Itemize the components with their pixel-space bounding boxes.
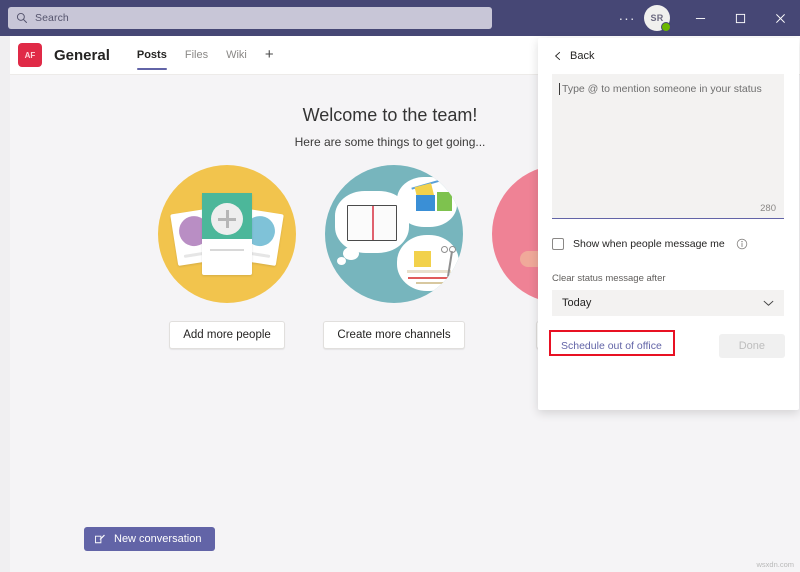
sticky-note-small (414, 251, 431, 267)
pencil-icon-2 (416, 282, 450, 284)
info-icon[interactable] (736, 238, 748, 250)
plus-icon (211, 203, 243, 235)
page-title: General (54, 47, 110, 64)
card-create-channels: Create more channels (325, 165, 463, 349)
chevron-left-icon (554, 51, 562, 61)
thought-bubble-tail-2 (337, 257, 346, 265)
done-button[interactable]: Done (719, 334, 785, 358)
teams-app-window: Search ··· SR AF General Posts Files (0, 0, 800, 572)
status-message-panel: Back Type @ to mention someone in your s… (538, 38, 799, 410)
sticky-note-green (437, 192, 452, 211)
avatar[interactable]: SR (644, 5, 670, 31)
show-when-message-row[interactable]: Show when people message me (552, 238, 748, 250)
scissors-ring-1 (449, 246, 456, 253)
compose-icon (94, 533, 106, 545)
illustration-notebook-sticky-notes (325, 165, 463, 303)
character-counter: 280 (760, 203, 776, 214)
left-rail (0, 36, 10, 572)
scissors-ring-2 (441, 246, 448, 253)
notebook-icon (347, 205, 397, 241)
search-placeholder: Search (35, 12, 69, 24)
back-button[interactable]: Back (538, 38, 799, 72)
illustration-people-photos-plus (158, 165, 296, 303)
pencil-icon (408, 277, 450, 280)
photo-card-center (202, 193, 252, 275)
status-message-input[interactable]: Type @ to mention someone in your status… (552, 74, 784, 219)
show-when-message-checkbox[interactable] (552, 238, 564, 250)
add-tab-button[interactable]: + (256, 36, 283, 74)
tab-posts[interactable]: Posts (128, 36, 176, 74)
watermark: wsxdn.com (756, 560, 794, 569)
presence-badge-available (661, 22, 671, 32)
panel-footer: Schedule out of office Done (538, 326, 799, 366)
schedule-out-of-office-wrapper: Schedule out of office (552, 333, 671, 359)
channel-tabs: Posts Files Wiki + (128, 36, 283, 74)
ruler-icon (407, 270, 451, 273)
show-when-message-label: Show when people message me (573, 238, 725, 250)
minimize-button[interactable] (680, 0, 720, 36)
card-add-people: Add more people (158, 165, 296, 349)
search-icon (16, 12, 28, 24)
more-options-button[interactable]: ··· (614, 0, 640, 36)
tab-wiki[interactable]: Wiki (217, 36, 256, 74)
chevron-down-icon (763, 300, 774, 307)
clear-status-dropdown[interactable]: Today (552, 290, 784, 316)
close-button[interactable] (760, 0, 800, 36)
clear-status-label: Clear status message after (552, 273, 666, 284)
team-avatar: AF (18, 43, 42, 67)
clear-status-value: Today (562, 297, 591, 309)
sticky-note-blue (416, 195, 435, 211)
title-bar: Search ··· SR (0, 0, 800, 36)
new-conversation-button[interactable]: New conversation (84, 527, 215, 551)
add-card-caption (210, 249, 244, 251)
tab-files[interactable]: Files (176, 36, 217, 74)
add-more-people-button[interactable]: Add more people (169, 321, 285, 349)
back-label: Back (570, 50, 594, 62)
search-input[interactable]: Search (8, 7, 492, 29)
maximize-button[interactable] (720, 0, 760, 36)
schedule-out-of-office-link[interactable]: Schedule out of office (552, 333, 671, 359)
create-more-channels-button[interactable]: Create more channels (323, 321, 464, 349)
text-caret (559, 83, 560, 95)
add-card-top (202, 193, 252, 239)
status-placeholder: Type @ to mention someone in your status (562, 83, 762, 95)
title-bar-controls: ··· SR (614, 0, 800, 36)
new-conversation-label: New conversation (114, 533, 201, 545)
